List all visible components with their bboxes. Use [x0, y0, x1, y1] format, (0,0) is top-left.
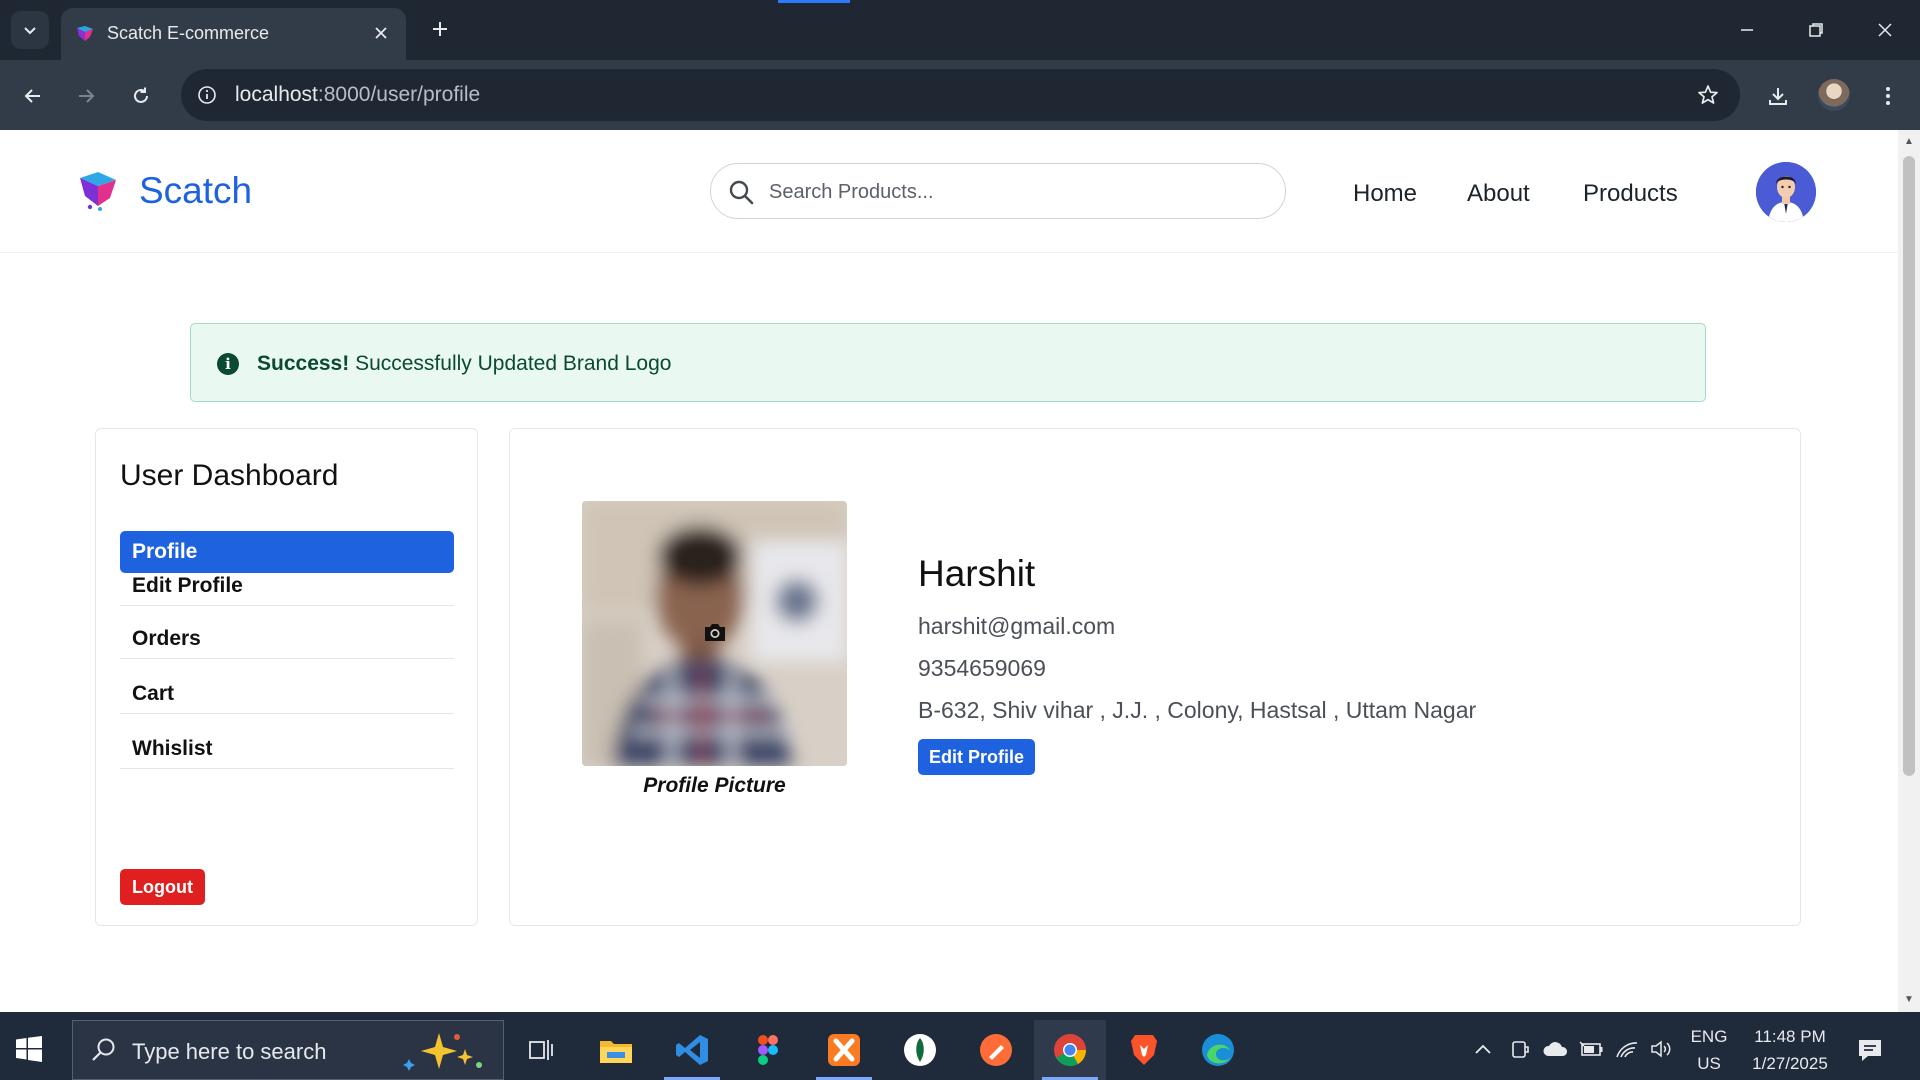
profile-card: Profile Picture Harshit harshit@gmail.co…	[509, 428, 1801, 926]
minimize-icon[interactable]	[1724, 10, 1770, 50]
onedrive-cloud-icon[interactable]	[1542, 1036, 1568, 1062]
wifi-icon[interactable]	[1614, 1036, 1640, 1062]
volume-icon[interactable]	[1648, 1036, 1674, 1062]
back-arrow-icon[interactable]	[13, 76, 53, 116]
nav-link-products[interactable]: Products	[1583, 180, 1678, 208]
scrollbar-thumb[interactable]	[1903, 156, 1915, 776]
url-path: :8000/user/profile	[317, 83, 481, 106]
tab-activity-indicator	[778, 0, 850, 3]
window-close-icon[interactable]	[1862, 10, 1908, 50]
clock-date[interactable]: 1/27/2025	[1740, 1054, 1840, 1074]
clock-time[interactable]: 11:48 PM	[1740, 1027, 1840, 1047]
tab-close-icon[interactable]	[368, 20, 394, 46]
alert-strong: Success!	[257, 352, 350, 375]
figma-icon[interactable]	[732, 1020, 804, 1080]
edit-profile-button[interactable]: Edit Profile	[918, 739, 1036, 775]
alert-message: Successfully Updated Brand Logo	[349, 352, 672, 375]
language-indicator-line2[interactable]: US	[1689, 1054, 1729, 1074]
logout-button[interactable]: Logout	[120, 869, 205, 905]
browser-tab-bar: Scatch E-commerce	[0, 0, 1920, 60]
windows-start-icon[interactable]	[16, 1036, 42, 1062]
page-viewport: Scatch Home About Products i	[0, 130, 1898, 1012]
xampp-icon[interactable]	[808, 1020, 880, 1080]
nav-link-home[interactable]: Home	[1353, 180, 1417, 208]
new-tab-plus-icon[interactable]	[425, 14, 455, 44]
url-host: localhost	[235, 83, 318, 106]
success-alert: i Success! Successfully Updated Brand Lo…	[190, 323, 1706, 402]
taskbar-search-box[interactable]: Type here to search	[72, 1020, 504, 1080]
browser-toolbar: localhost:8000/user/profile	[0, 60, 1920, 130]
tray-device-icon[interactable]	[1507, 1036, 1533, 1062]
address-bar[interactable]: localhost:8000/user/profile	[181, 69, 1740, 121]
vscode-icon[interactable]	[656, 1020, 728, 1080]
product-search-box[interactable]	[710, 163, 1286, 219]
taskbar-search-placeholder: Type here to search	[132, 1039, 327, 1064]
user-email: harshit@gmail.com	[918, 613, 1116, 639]
postman-icon[interactable]	[960, 1020, 1032, 1080]
scatch-favicon-icon	[77, 26, 93, 41]
chevron-down-icon	[24, 27, 36, 35]
sidebar-title: User Dashboard	[120, 459, 339, 492]
sidebar-item-whislist[interactable]: Whislist	[120, 729, 454, 769]
restore-icon[interactable]	[1793, 10, 1839, 50]
download-icon[interactable]	[1758, 76, 1798, 116]
copilot-sparkle-icon	[403, 1033, 482, 1071]
user-name: Harshit	[918, 553, 1036, 594]
user-address: B-632, Shiv vihar , J.J. , Colony, Hasts…	[918, 697, 1477, 723]
brand-name[interactable]: Scatch	[139, 170, 252, 212]
browser-tab[interactable]: Scatch E-commerce	[61, 8, 406, 60]
profile-picture[interactable]	[582, 501, 847, 766]
sidebar-item-cart[interactable]: Cart	[120, 674, 454, 714]
tab-title: Scatch E-commerce	[107, 23, 270, 43]
task-view-icon[interactable]	[504, 1020, 576, 1080]
site-info-icon[interactable]	[193, 81, 221, 109]
info-icon: i	[217, 353, 239, 375]
nav-link-about[interactable]: About	[1467, 180, 1530, 208]
scroll-down-arrow-icon[interactable]: ▼	[1903, 994, 1915, 1006]
avatar-illustration-icon	[1756, 162, 1816, 222]
page-scrollbar[interactable]: ▲ ▼	[1898, 130, 1920, 1012]
notification-center-icon[interactable]	[1856, 1036, 1884, 1064]
chrome-icon[interactable]	[1034, 1020, 1106, 1080]
bookmark-star-icon[interactable]	[1694, 81, 1722, 109]
site-header: Scatch Home About Products	[0, 130, 1898, 253]
tray-chevron-up-icon[interactable]	[1470, 1036, 1496, 1062]
scatch-logo-icon[interactable]	[76, 168, 120, 212]
browser-profile-avatar[interactable]	[1818, 79, 1850, 111]
search-icon	[729, 180, 754, 205]
search-input[interactable]	[769, 176, 1259, 208]
tab-search-button[interactable]	[11, 11, 49, 49]
user-phone: 9354659069	[918, 655, 1046, 681]
brave-icon[interactable]	[1108, 1020, 1180, 1080]
user-avatar[interactable]	[1756, 162, 1816, 222]
forward-arrow-icon[interactable]	[66, 76, 106, 116]
scroll-up-arrow-icon[interactable]: ▲	[1903, 136, 1915, 148]
sidebar-item-orders[interactable]: Orders	[120, 619, 454, 659]
url-text[interactable]: localhost:8000/user/profile	[235, 83, 480, 107]
browser-menu-icon[interactable]	[1868, 76, 1908, 116]
mongodb-compass-icon[interactable]	[884, 1020, 956, 1080]
language-indicator-line1[interactable]: ENG	[1689, 1027, 1729, 1047]
sidebar-item-edit-profile[interactable]: Edit Profile	[120, 566, 454, 606]
camera-icon[interactable]	[702, 621, 728, 643]
taskbar-search-icon	[92, 1038, 115, 1061]
alert-text: Success! Successfully Updated Brand Logo	[257, 352, 671, 376]
file-explorer-icon[interactable]	[580, 1020, 652, 1080]
edge-icon[interactable]	[1182, 1020, 1254, 1080]
battery-icon[interactable]	[1578, 1036, 1604, 1062]
user-dashboard-sidebar: User Dashboard Profile Edit Profile Orde…	[95, 428, 478, 926]
reload-icon[interactable]	[121, 76, 161, 116]
profile-picture-caption: Profile Picture	[643, 774, 786, 797]
